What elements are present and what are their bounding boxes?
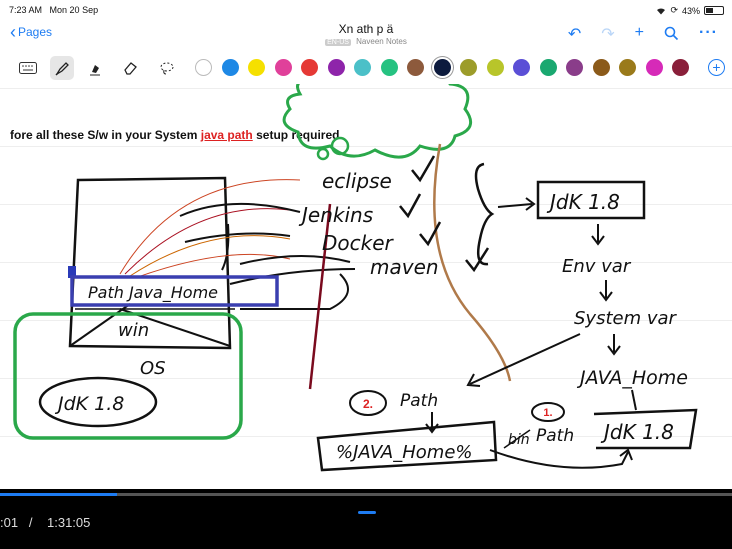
color-swatch[interactable] [645, 59, 663, 76]
video-progress-fill [0, 493, 118, 496]
status-date: Mon 20 Sep [49, 5, 99, 15]
check-mark [411, 155, 436, 183]
cloud-mask [364, 130, 374, 135]
more-icon[interactable]: ··· [699, 24, 718, 44]
color-swatch[interactable] [195, 59, 212, 76]
path-label-bottom: Path [536, 426, 574, 446]
handwriting-ink: eclipse Jenkins Docker maven JdK 1.8 Env… [13, 84, 698, 472]
redo-icon[interactable]: ↷ [601, 24, 614, 44]
color-swatch[interactable] [566, 59, 583, 76]
arrow [184, 232, 291, 243]
jdk-label-left: JdK 1.8 [54, 393, 124, 415]
jdk-label-top: JdK 1.8 [546, 190, 620, 214]
check-mark [399, 193, 422, 219]
thought-cloud [282, 84, 473, 159]
link-line [129, 235, 291, 277]
drawing-toolbar: + [0, 54, 732, 82]
navigation-bar: ‹ Pages Xn ath p ä EN-US Naveen Notes ↶ … [0, 20, 732, 50]
arrow [497, 203, 533, 208]
path-java-home-label: Path Java_Home [88, 283, 218, 303]
keyboard-icon[interactable] [16, 56, 40, 80]
ink-stroke [489, 449, 629, 469]
status-bar: 7:23 AM Mon 20 Sep ⟳ 43% [0, 0, 732, 20]
add-icon[interactable]: + [635, 24, 644, 44]
divider-stroke [433, 143, 512, 382]
search-icon[interactable] [664, 26, 679, 41]
tool-label: eclipse [322, 169, 392, 193]
pen-icon[interactable] [50, 56, 74, 80]
tool-label: Docker [322, 231, 395, 255]
color-swatch[interactable] [513, 59, 530, 76]
undo-icon[interactable]: ↶ [568, 24, 581, 44]
os-label: OS [140, 358, 166, 379]
add-color-button[interactable]: + [708, 59, 725, 76]
color-swatch[interactable] [486, 59, 504, 76]
highlighter-icon[interactable] [84, 56, 108, 80]
java-home-label: JAVA_Home [576, 367, 688, 389]
step-number: 2. [363, 397, 373, 411]
system-var-label: System var [574, 308, 678, 329]
tool-label: maven [370, 255, 439, 279]
video-duration: 1:31:05 [47, 515, 91, 530]
color-swatch[interactable] [301, 59, 318, 76]
link-line [119, 179, 301, 275]
step-number: 1. [543, 407, 552, 419]
current-time: :01 [0, 515, 19, 530]
color-swatch[interactable] [619, 59, 636, 76]
color-swatch[interactable] [460, 59, 477, 76]
language-badge: EN-US [325, 39, 351, 46]
arrow [239, 254, 351, 265]
video-time: :01 / 1:31:05 [0, 515, 90, 530]
computer-box [68, 176, 232, 350]
cloud-bubble [316, 147, 330, 161]
wifi-icon [657, 7, 666, 14]
arrow [631, 389, 637, 411]
brace [474, 162, 495, 266]
color-swatch[interactable] [354, 59, 371, 76]
battery-fill [706, 8, 713, 13]
battery-percent: 43% [681, 5, 700, 16]
java-home-var-label: %JAVA_Home% [336, 442, 473, 463]
color-swatch[interactable] [592, 59, 610, 76]
arrow [469, 333, 581, 385]
color-swatch[interactable] [539, 59, 557, 76]
color-swatch[interactable] [274, 59, 292, 76]
status-time: 7:23 AM [9, 5, 43, 15]
color-swatch[interactable] [407, 59, 424, 76]
notes-app-screen: 7:23 AM Mon 20 Sep ⟳ 43% ‹ Pages Xn ath … [0, 0, 732, 549]
color-swatch[interactable] [433, 59, 451, 76]
tool-label: Jenkins [298, 203, 373, 227]
note-canvas[interactable]: fore all these S/w in your System java p… [0, 84, 732, 489]
path-label: Path [400, 391, 438, 411]
video-player-controls: :01 / 1:31:05 [0, 489, 732, 549]
video-progress-track[interactable] [0, 493, 732, 496]
jdk-label-bottom: JdK 1.8 [600, 420, 674, 444]
arrow [179, 202, 301, 217]
notebook-name: Naveen Notes [356, 37, 407, 46]
color-swatch[interactable] [672, 59, 689, 76]
win-label: win [118, 320, 149, 341]
color-swatch[interactable] [327, 59, 345, 76]
color-swatch[interactable] [380, 59, 398, 76]
bin-label: bin [508, 432, 530, 448]
time-separator: / [28, 515, 33, 530]
env-var-label: Env var [562, 256, 632, 277]
battery-icon [704, 6, 724, 15]
color-swatch[interactable] [248, 59, 265, 76]
lasso-icon[interactable] [155, 56, 179, 80]
orientation-lock-icon: ⟳ [670, 5, 678, 15]
color-swatch[interactable] [221, 59, 239, 76]
status-time-date: 7:23 AM Mon 20 Sep [9, 5, 98, 15]
eraser-icon[interactable] [118, 56, 142, 80]
status-indicators: ⟳ 43% [656, 5, 724, 16]
nav-actions: ↶ ↷ + ··· [568, 24, 718, 44]
home-indicator [358, 511, 376, 514]
